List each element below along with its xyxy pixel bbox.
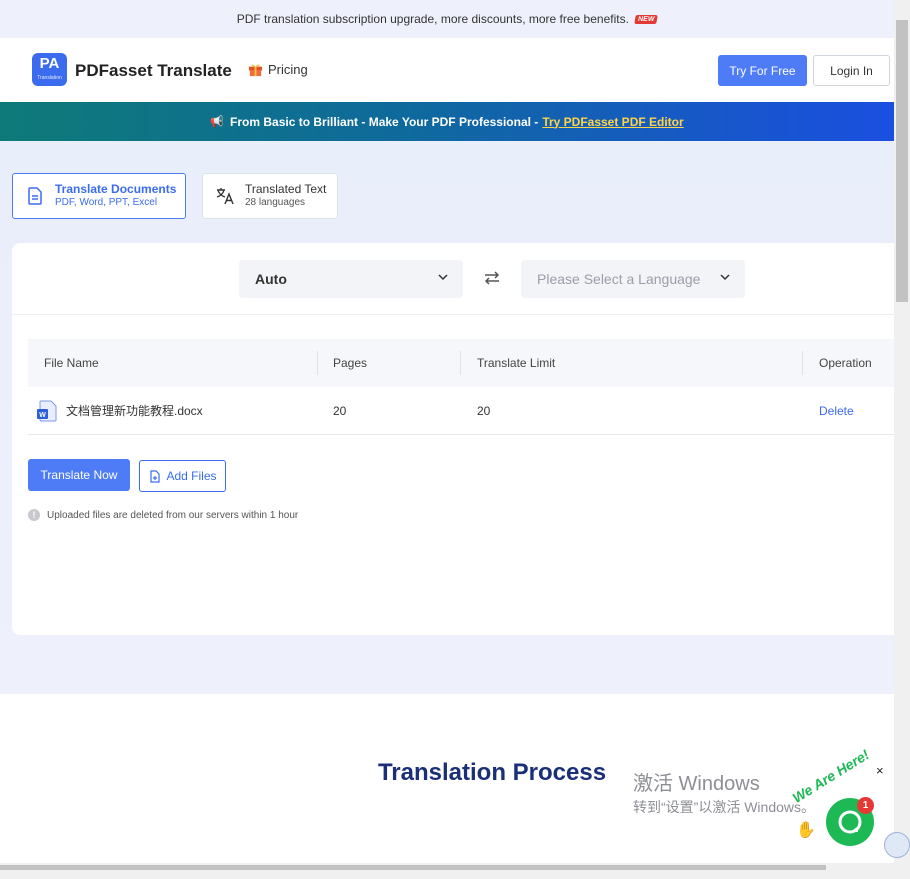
scrollbar-thumb[interactable] — [896, 20, 908, 302]
column-header-translate-limit: Translate Limit — [477, 356, 556, 370]
column-divider — [460, 351, 461, 375]
chat-unread-badge: 1 — [857, 797, 874, 814]
vertical-scrollbar[interactable] — [894, 0, 910, 879]
tab-subtitle: 28 languages — [245, 197, 306, 208]
activation-title: 激活 Windows — [633, 773, 760, 795]
try-for-free-button[interactable]: Try For Free — [718, 55, 807, 86]
translate-now-button[interactable]: Translate Now — [28, 459, 130, 491]
scrollbar-thumb[interactable] — [0, 865, 826, 870]
word-file-icon: W — [37, 400, 57, 422]
assistant-robot-icon[interactable] — [884, 832, 910, 858]
horizontal-scrollbar[interactable] — [0, 863, 894, 879]
pricing-label: Pricing — [268, 62, 308, 77]
tab-translated-text[interactable]: Translated Text 28 languages — [202, 173, 338, 219]
login-button[interactable]: Login In — [813, 55, 890, 86]
promo-link[interactable]: Try PDFasset PDF Editor — [542, 115, 683, 129]
file-name: 文档管理新功能教程.docx — [66, 404, 203, 418]
brand-name[interactable]: PDFasset Translate — [75, 61, 232, 81]
windows-activation-watermark: 激活 Windows 转到“设置”以激活 Windows。 — [633, 772, 815, 818]
table-header: File Name Pages Translate Limit Operatio… — [28, 339, 894, 387]
waving-hand-icon: ✋ — [796, 822, 816, 839]
column-header-operation: Operation — [819, 356, 872, 370]
promo-text: From Basic to Brilliant - Make Your PDF … — [230, 114, 539, 129]
tab-title: Translate Documents — [55, 182, 177, 196]
megaphone-icon: 📢 — [210, 116, 225, 128]
file-table: File Name Pages Translate Limit Operatio… — [28, 339, 894, 435]
logo[interactable]: PA Translation — [32, 53, 67, 86]
announcement-bar[interactable]: PDF translation subscription upgrade, mo… — [0, 0, 894, 38]
add-file-icon — [150, 469, 161, 483]
logo-subtext: Translation — [37, 75, 62, 81]
upload-notice: ! Uploaded files are deleted from our se… — [28, 509, 298, 521]
tab-title: Translated Text — [245, 182, 327, 196]
chevron-down-icon — [720, 274, 730, 281]
gift-icon — [248, 64, 263, 77]
site-header: PA Translation PDFasset Translate Pricin… — [0, 38, 894, 102]
column-header-pages: Pages — [333, 356, 368, 370]
file-translate-limit: 20 — [477, 403, 491, 418]
swap-icon[interactable] — [483, 269, 501, 287]
column-divider — [802, 351, 803, 375]
file-pages: 20 — [333, 403, 347, 418]
column-header-file-name: File Name — [44, 356, 99, 370]
pricing-link[interactable]: Pricing — [248, 62, 308, 77]
chat-close-icon[interactable]: × — [876, 763, 884, 778]
target-language-select[interactable]: Please Select a Language — [521, 260, 745, 298]
upload-notice-text: Uploaded files are deleted from our serv… — [47, 509, 299, 521]
announcement-text: PDF translation subscription upgrade, mo… — [236, 12, 629, 26]
document-icon — [28, 187, 42, 205]
chevron-down-icon — [438, 274, 448, 281]
translate-card: Auto Please Select a Language File Name … — [12, 243, 894, 635]
logo-text: PA — [39, 55, 60, 72]
new-badge: NEW — [634, 14, 659, 24]
table-row: W 文档管理新功能教程.docx 20 20 Delete — [28, 387, 894, 435]
add-files-button[interactable]: Add Files — [139, 460, 226, 492]
source-language-select[interactable]: Auto — [239, 260, 463, 298]
info-icon: ! — [28, 509, 40, 521]
svg-text:W: W — [39, 412, 46, 419]
activation-subtitle: 转到“设置”以激活 Windows。 — [633, 799, 816, 815]
delete-link[interactable]: Delete — [819, 404, 854, 418]
add-files-label: Add Files — [166, 469, 217, 483]
promo-banner: 📢 From Basic to Brilliant - Make Your PD… — [0, 102, 894, 141]
translate-icon — [216, 188, 234, 205]
tab-translate-documents[interactable]: Translate Documents PDF, Word, PPT, Exce… — [12, 173, 186, 219]
target-language-placeholder: Please Select a Language — [537, 271, 701, 287]
tab-subtitle: PDF, Word, PPT, Excel — [55, 197, 158, 208]
source-language-value: Auto — [255, 271, 287, 287]
language-selector-row: Auto Please Select a Language — [12, 243, 894, 315]
column-divider — [317, 351, 318, 375]
